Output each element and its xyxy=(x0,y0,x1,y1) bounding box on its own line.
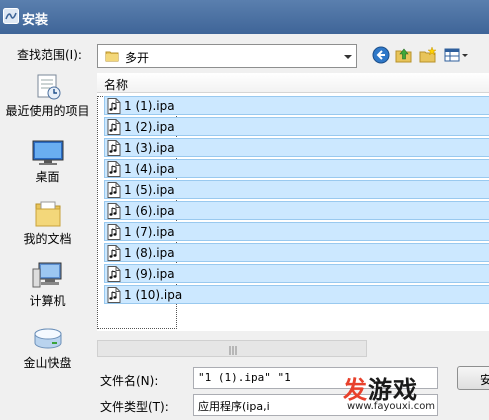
file-name: 1 (3).ipa xyxy=(124,141,175,155)
scrollbar-grip-icon[interactable] xyxy=(228,344,238,355)
back-icon[interactable] xyxy=(372,46,392,66)
music-file-icon xyxy=(107,224,121,240)
desktop-icon xyxy=(32,140,63,165)
file-name: 1 (10).ipa xyxy=(124,288,183,302)
file-row[interactable]: 1 (9).ipa xyxy=(104,264,489,283)
watermark-url: www.fayouxi.com xyxy=(347,401,436,412)
file-row[interactable]: 1 (2).ipa xyxy=(104,117,489,136)
watermark-logo: 发游戏 xyxy=(343,376,418,404)
place-recent[interactable]: 最近使用的项目 xyxy=(0,72,95,119)
place-label: 计算机 xyxy=(29,294,66,308)
file-name: 1 (7).ipa xyxy=(124,225,175,239)
new-folder-icon[interactable] xyxy=(419,46,439,66)
file-row[interactable]: 1 (3).ipa xyxy=(104,138,489,157)
music-file-icon xyxy=(107,161,121,177)
music-file-icon xyxy=(107,140,121,156)
place-computer[interactable]: 计算机 xyxy=(0,260,95,309)
place-kuaipan[interactable]: 金山快盘 xyxy=(0,326,95,371)
file-name: 1 (6).ipa xyxy=(124,204,175,218)
horizontal-scrollbar[interactable] xyxy=(97,340,367,357)
place-label: 最近使用的项目 xyxy=(5,104,90,118)
app-icon xyxy=(3,8,19,24)
documents-icon xyxy=(35,201,60,227)
view-menu-icon[interactable] xyxy=(444,46,472,66)
file-name: 1 (5).ipa xyxy=(124,183,175,197)
file-row[interactable]: 1 (6).ipa xyxy=(104,201,489,220)
music-file-icon xyxy=(107,182,121,198)
column-header-label: 名称 xyxy=(104,78,129,92)
file-name: 1 (4).ipa xyxy=(124,162,175,176)
up-folder-icon[interactable] xyxy=(395,46,415,66)
music-file-icon xyxy=(107,203,121,219)
file-row[interactable]: 1 (7).ipa xyxy=(104,222,489,241)
place-label: 桌面 xyxy=(35,170,60,184)
place-documents[interactable]: 我的文档 xyxy=(0,198,95,247)
lookin-label: 查找范围(I): xyxy=(17,48,82,62)
music-file-icon xyxy=(107,266,121,282)
file-row[interactable]: 1 (4).ipa xyxy=(104,159,489,178)
filetype-label: 文件类型(T): xyxy=(100,400,169,414)
file-name: 1 (1).ipa xyxy=(124,99,175,113)
folder-icon xyxy=(105,49,119,63)
filename-label: 文件名(N): xyxy=(100,374,159,388)
lookin-value: 多开 xyxy=(125,51,150,65)
music-file-icon xyxy=(107,287,121,303)
file-row[interactable]: 1 (10).ipa xyxy=(104,285,489,304)
file-row[interactable]: 1 (8).ipa xyxy=(104,243,489,262)
window-title: 安装 xyxy=(22,13,49,28)
places-bar: 最近使用的项目 桌面 我的文档 计算机 金山快盘 xyxy=(0,72,95,382)
music-file-icon xyxy=(107,119,121,135)
file-row[interactable]: 1 (5).ipa xyxy=(104,180,489,199)
file-list[interactable]: 名称 1 (1).ipa 1 (2).ipa 1 (3).ipa 1 (4).ipa 1… xyxy=(97,73,489,331)
watermark: 发游戏 www.fayouxi.com xyxy=(335,368,489,420)
recent-items-icon xyxy=(37,74,60,100)
computer-icon xyxy=(32,262,61,288)
file-name: 1 (8).ipa xyxy=(124,246,175,260)
drive-icon xyxy=(34,328,61,349)
music-file-icon xyxy=(107,245,121,261)
place-desktop[interactable]: 桌面 xyxy=(0,138,95,185)
lookin-dropdown[interactable]: 多开 xyxy=(97,44,357,68)
file-name: 1 (9).ipa xyxy=(124,267,175,281)
file-row[interactable]: 1 (1).ipa xyxy=(104,96,489,115)
title-bar[interactable]: 安装 xyxy=(0,0,489,34)
place-label: 我的文档 xyxy=(23,232,72,246)
column-header-name[interactable]: 名称 xyxy=(97,73,489,93)
music-file-icon xyxy=(107,98,121,114)
chevron-down-icon[interactable] xyxy=(343,51,353,61)
place-label: 金山快盘 xyxy=(23,356,72,370)
file-name: 1 (2).ipa xyxy=(124,120,175,134)
